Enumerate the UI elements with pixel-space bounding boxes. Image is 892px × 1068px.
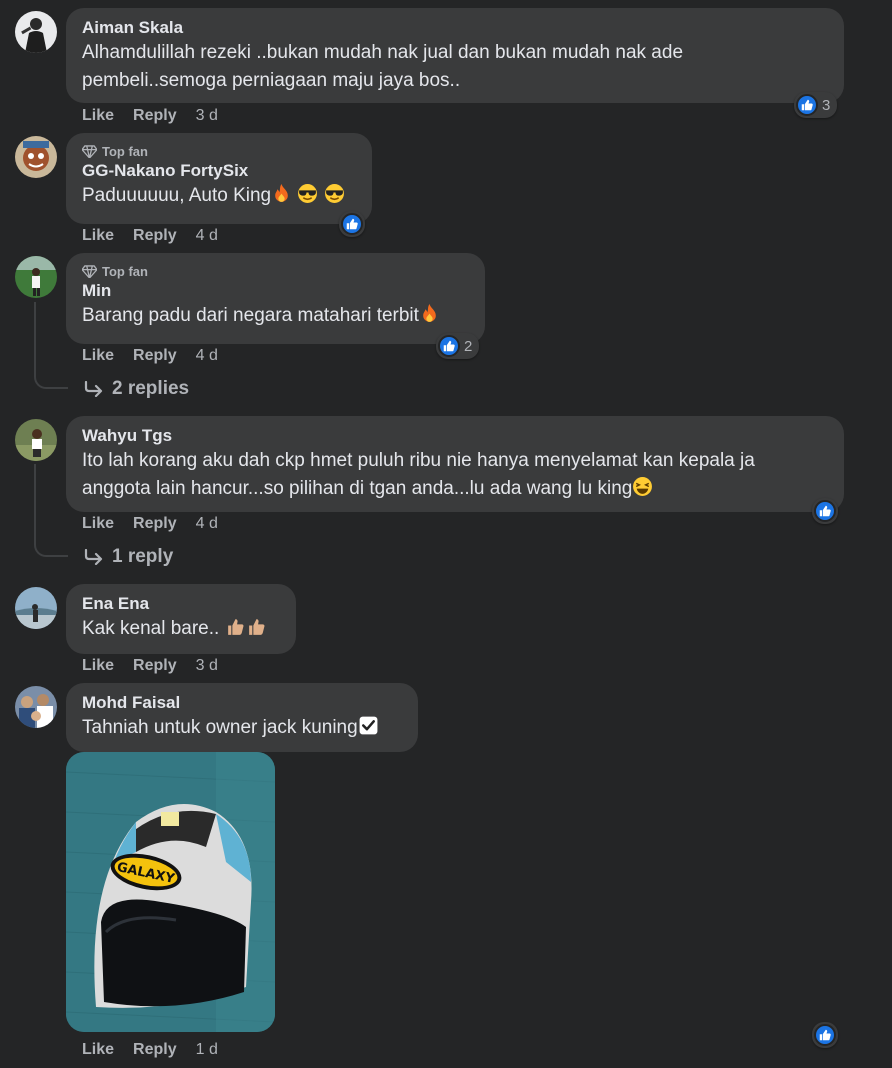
reply-button[interactable]: Reply <box>133 656 177 676</box>
like-reaction-icon <box>814 500 836 522</box>
comment-actions: Like Reply 3 d <box>82 106 218 126</box>
comment-text: pembeli..semoga perniagaan maju jaya bos… <box>82 70 461 91</box>
reply-button[interactable]: Reply <box>133 1040 177 1060</box>
comment-bubble: Wahyu Tgs Ito lah korang aku dah ckp hme… <box>66 416 844 512</box>
like-reaction-icon <box>814 1024 836 1046</box>
avatar[interactable] <box>15 256 57 298</box>
avatar[interactable] <box>15 419 57 461</box>
comment-text-row: Tahniah untuk owner jack kuning <box>82 714 402 742</box>
comment-text-row: Kak kenal bare.. <box>82 615 280 643</box>
reaction-summary[interactable]: 3 <box>794 92 838 118</box>
comment-text-row: Paduuuuuu, Auto King <box>82 182 356 210</box>
comment-actions: Like Reply 4 d <box>82 226 218 246</box>
reply-button[interactable]: Reply <box>133 514 177 534</box>
replies-count: 2 replies <box>112 378 190 399</box>
comment-text-row: anggota lain hancur...so pilihan di tgan… <box>82 475 828 503</box>
comment-timestamp[interactable]: 3 d <box>196 656 218 676</box>
thumbs-up-emoji-icon <box>227 619 244 635</box>
comment-text-row: Barang padu dari negara matahari terbit <box>82 302 469 330</box>
like-button[interactable]: Like <box>82 1040 114 1060</box>
comment-text: Paduuuuuu, Auto King <box>82 185 272 206</box>
comment-text: Barang padu dari negara matahari terbit <box>82 305 419 326</box>
comment-bubble: Top fan Min Barang padu dari negara mata… <box>66 253 485 344</box>
avatar[interactable] <box>15 686 57 728</box>
top-fan-badge: Top fan <box>82 143 356 160</box>
top-fan-badge: Top fan <box>82 263 469 280</box>
reply-button[interactable]: Reply <box>133 226 177 246</box>
like-button[interactable]: Like <box>82 656 114 676</box>
comment-text: Kak kenal bare.. <box>82 618 225 639</box>
like-reaction-icon <box>796 94 818 116</box>
fire-emoji-icon <box>275 184 288 202</box>
reply-button[interactable]: Reply <box>133 106 177 126</box>
comment-actions: Like Reply 4 d <box>82 346 218 366</box>
view-replies-link[interactable]: 1 reply <box>84 546 173 568</box>
like-reaction-icon <box>438 335 460 357</box>
comment-author[interactable]: Min <box>82 280 469 302</box>
diamond-icon <box>82 145 97 158</box>
badge-label: Top fan <box>102 144 148 159</box>
reaction-count: 3 <box>822 96 831 114</box>
sunglasses-emoji-icon <box>324 184 344 203</box>
comment-bubble: Top fan GG-Nakano FortySix Paduuuuuu, Au… <box>66 133 372 224</box>
comment-timestamp[interactable]: 3 d <box>196 106 218 126</box>
reaction-count: 2 <box>464 337 473 355</box>
reaction-summary[interactable] <box>812 498 838 524</box>
replies-count: 1 reply <box>112 546 174 567</box>
avatar[interactable] <box>15 587 57 629</box>
like-button[interactable]: Like <box>82 226 114 246</box>
comment-text: Alhamdulillah rezeki ..bukan mudah nak j… <box>82 42 684 63</box>
comment-timestamp[interactable]: 4 d <box>196 226 218 246</box>
check-mark-emoji-icon <box>359 716 378 735</box>
like-button[interactable]: Like <box>82 346 114 366</box>
fire-emoji-icon <box>423 304 436 322</box>
sunglasses-emoji-icon <box>298 184 318 203</box>
reaction-summary[interactable] <box>339 211 365 237</box>
avatar[interactable] <box>15 136 57 178</box>
like-button[interactable]: Like <box>82 514 114 534</box>
comment-text: Tahniah untuk owner jack kuning <box>82 717 358 738</box>
thread-connector <box>34 464 68 557</box>
comment-author[interactable]: GG-Nakano FortySix <box>82 160 356 182</box>
comment-timestamp[interactable]: 4 d <box>196 346 218 366</box>
comment-author[interactable]: Mohd Faisal <box>82 692 402 714</box>
like-button[interactable]: Like <box>82 106 114 126</box>
like-reaction-icon <box>341 213 363 235</box>
comment-text: anggota lain hancur...so pilihan di tgan… <box>82 478 633 499</box>
comment-timestamp[interactable]: 4 d <box>196 514 218 534</box>
badge-label: Top fan <box>102 264 148 279</box>
comment-bubble: Mohd Faisal Tahniah untuk owner jack kun… <box>66 683 418 752</box>
comment-author[interactable]: Ena Ena <box>82 593 280 615</box>
diamond-icon <box>82 265 97 278</box>
comment-timestamp[interactable]: 1 d <box>196 1040 218 1060</box>
comment-actions: Like Reply 4 d <box>82 514 218 534</box>
comment-actions: Like Reply 3 d <box>82 656 218 676</box>
thumbs-up-emoji-icon <box>248 619 265 635</box>
view-replies-link[interactable]: 2 replies <box>84 378 189 400</box>
comment-bubble: Ena Ena Kak kenal bare.. <box>66 584 296 654</box>
laughing-emoji-icon <box>633 477 653 496</box>
comment-text: Ito lah korang aku dah ckp hmet puluh ri… <box>82 450 755 471</box>
reply-button[interactable]: Reply <box>133 346 177 366</box>
reply-arrow-icon <box>84 381 103 397</box>
comment-bubble: Aiman Skala Alhamdulillah rezeki ..bukan… <box>66 8 844 103</box>
comment-author[interactable]: Aiman Skala <box>82 17 828 39</box>
reaction-summary[interactable] <box>812 1022 838 1048</box>
comment-photo-helmet[interactable]: GALAXY <box>66 752 275 1032</box>
comment-actions: Like Reply 1 d <box>82 1040 218 1060</box>
reaction-summary[interactable]: 2 <box>436 333 480 359</box>
comment-author[interactable]: Wahyu Tgs <box>82 425 828 447</box>
thread-connector <box>34 302 68 389</box>
reply-arrow-icon <box>84 549 103 565</box>
avatar[interactable] <box>15 11 57 53</box>
